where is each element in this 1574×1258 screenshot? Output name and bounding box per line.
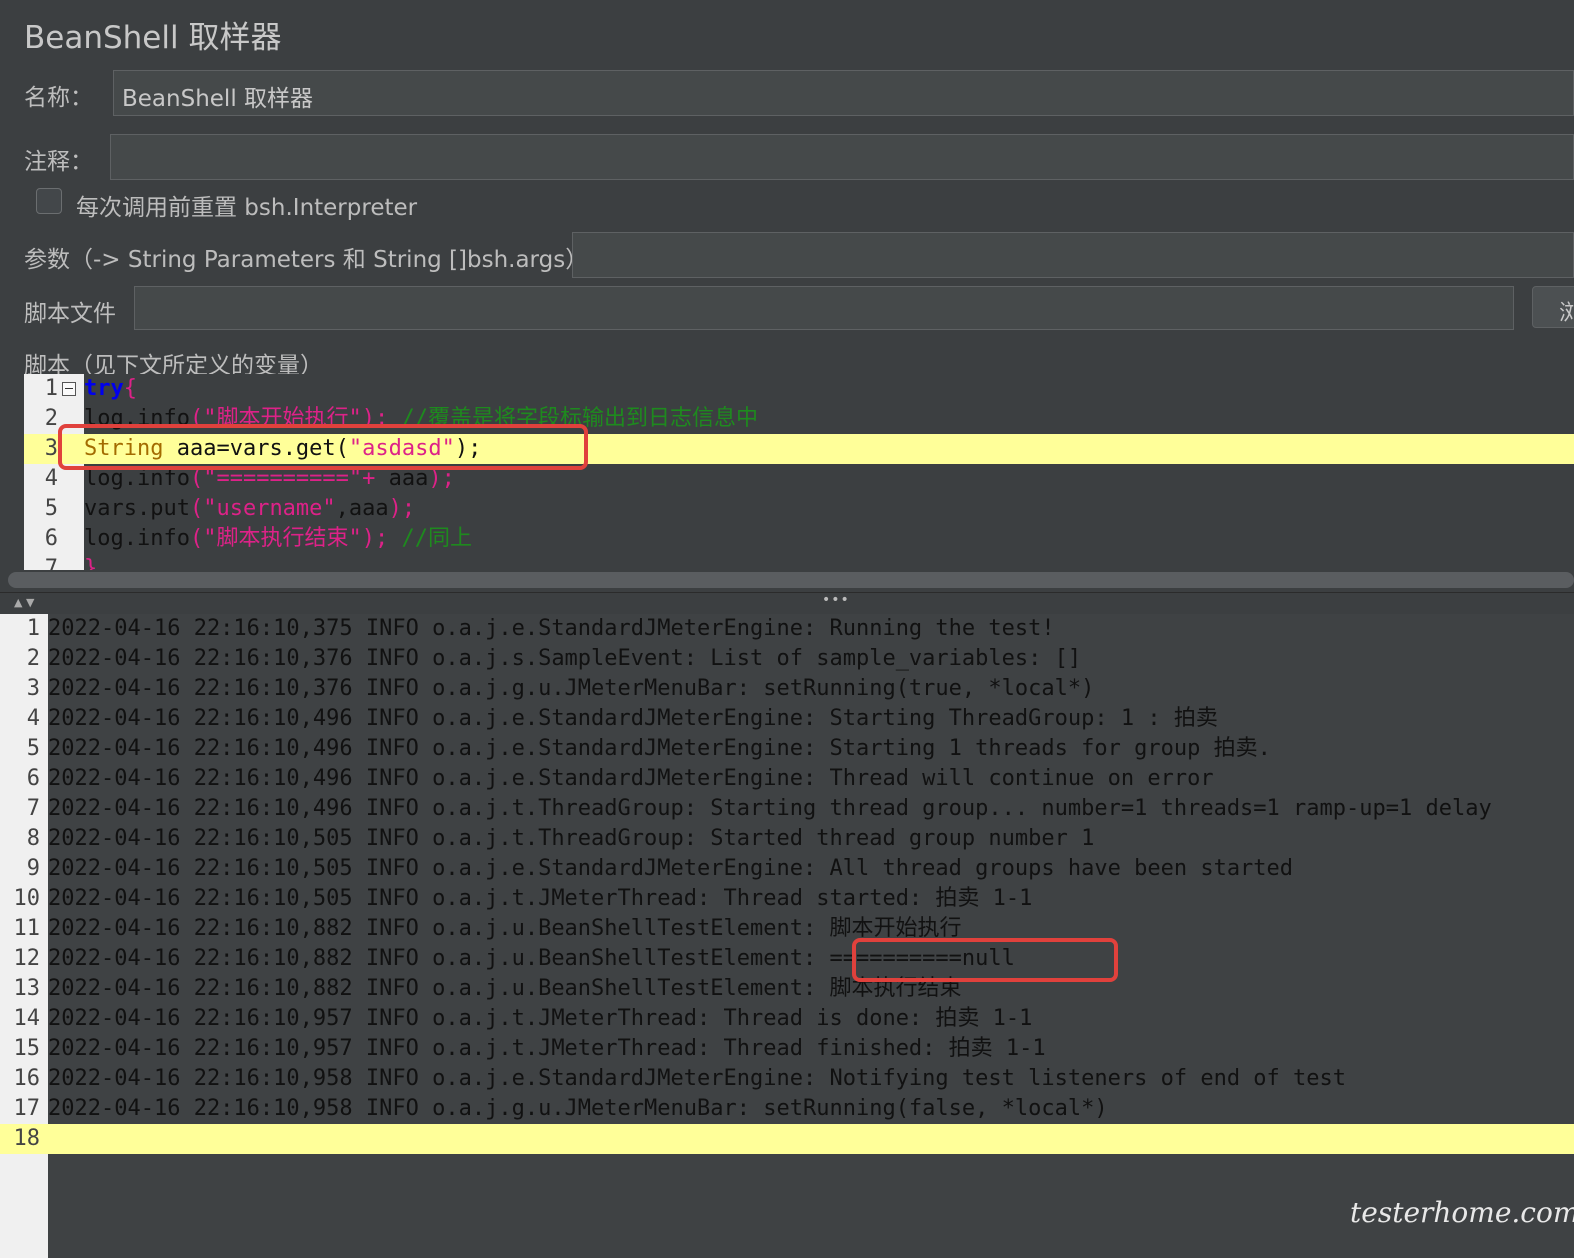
code-text: log.info [84,526,190,551]
code-punct: { [123,376,137,401]
line-number: 18 [13,1126,41,1151]
log-text: 2022-04-16 22:16:10,958 INFO o.a.j.g.u.J… [48,1096,1108,1121]
line-number: 7 [26,796,40,821]
log-text: 2022-04-16 22:16:10,505 INFO o.a.j.t.JMe… [48,886,1033,911]
log-text: 2022-04-16 22:16:10,376 INFO o.a.j.g.u.J… [48,676,1095,701]
log-line: 12 2022-04-16 22:16:10,882 INFO o.a.j.u.B… [0,944,1574,974]
code-string: ("username" [189,496,336,521]
log-line: 3 2022-04-16 22:16:10,376 INFO o.a.j.g.u.… [0,674,1574,704]
divider-arrows-icon[interactable]: ▲ ▼ [14,596,34,609]
log-text: 2022-04-16 22:16:10,882 INFO o.a.j.u.Bea… [48,916,962,941]
log-text: 2022-04-16 22:16:10,505 INFO o.a.j.t.Thr… [48,826,1095,851]
line-number: 10 [13,886,41,911]
code-text: ,aaa [335,496,389,521]
line-number: 4 [44,466,58,491]
line-number: 17 [13,1096,41,1121]
log-line: 18 [0,1124,1574,1154]
log-text: 2022-04-16 22:16:10,496 INFO o.a.j.e.Sta… [48,766,1214,791]
script-file-label: 脚本文件 [24,301,116,327]
line-number: 16 [13,1066,41,1091]
log-line: 7 2022-04-16 22:16:10,496 INFO o.a.j.t.Th… [0,794,1574,824]
log-line: 1 2022-04-16 22:16:10,375 INFO o.a.j.e.St… [0,614,1574,644]
horizontal-scrollbar[interactable] [8,572,1574,588]
browse-label: 浏 [1559,301,1574,326]
line-number: 2 [44,406,58,431]
log-line: 5 2022-04-16 22:16:10,496 INFO o.a.j.e.St… [0,734,1574,764]
log-line: 9 2022-04-16 22:16:10,505 INFO o.a.j.e.St… [0,854,1574,884]
log-line: 15 2022-04-16 22:16:10,957 INFO o.a.j.t.J… [0,1034,1574,1064]
browse-button[interactable]: 浏 [1532,286,1574,328]
line-number: 11 [13,916,41,941]
name-field[interactable]: BeanShell 取样器 [113,70,1574,116]
script-line: 7 } [24,554,1574,570]
line-number: 5 [44,496,58,521]
code-punct: } [84,556,98,570]
log-line: 6 2022-04-16 22:16:10,496 INFO o.a.j.e.St… [0,764,1574,794]
log-line: 14 2022-04-16 22:16:10,957 INFO o.a.j.t.J… [0,1004,1574,1034]
log-line: 16 2022-04-16 22:16:10,958 INFO o.a.j.e.S… [0,1064,1574,1094]
script-line: 6 log.info("脚本执行结束"); //同上 [24,524,1574,554]
name-label: 名称： [24,85,93,111]
divider-grip-icon[interactable]: ••• [822,592,850,608]
log-line: 4 2022-04-16 22:16:10,496 INFO o.a.j.e.St… [0,704,1574,734]
code-string: ("脚本执行结束"); [189,526,402,551]
split-pane-divider[interactable] [0,592,1574,613]
log-panel[interactable]: 1 2022-04-16 22:16:10,375 INFO o.a.j.e.St… [0,614,1574,1258]
log-text: 2022-04-16 22:16:10,496 INFO o.a.j.e.Sta… [48,706,1218,731]
log-text: 2022-04-16 22:16:10,496 INFO o.a.j.t.Thr… [48,796,1492,821]
params-label: 参数（-> String Parameters 和 String []bsh.a… [24,247,589,273]
log-text: 2022-04-16 22:16:10,957 INFO o.a.j.t.JMe… [48,1006,1033,1031]
comment-field[interactable] [110,134,1574,180]
line-number: 3 [26,676,40,701]
line-number: 8 [26,826,40,851]
annotation-box-script [58,424,588,470]
line-number: 5 [26,736,40,761]
line-number: 1 [44,376,58,401]
panel-title: BeanShell 取样器 [24,20,282,56]
name-value: BeanShell 取样器 [122,86,314,112]
log-line: 17 2022-04-16 22:16:10,958 INFO o.a.j.g.u… [0,1094,1574,1124]
line-number: 3 [44,436,58,461]
log-text: 2022-04-16 22:16:10,496 INFO o.a.j.e.Sta… [48,736,1271,761]
reset-interpreter-label: 每次调用前重置 bsh.Interpreter [76,195,418,221]
script-line: 1 try{ [24,374,1574,404]
comment-label: 注释： [24,149,93,175]
log-line: 10 2022-04-16 22:16:10,505 INFO o.a.j.t.J… [0,884,1574,914]
line-number: 12 [13,946,41,971]
script-editor[interactable]: 1 try{ 2 log.info("脚本开始执行"); //覆盖是将字段标输出… [24,374,1574,570]
log-line: 8 2022-04-16 22:16:10,505 INFO o.a.j.t.Th… [0,824,1574,854]
annotation-box-log [852,938,1118,982]
line-number: 13 [13,976,41,1001]
log-text: 2022-04-16 22:16:10,375 INFO o.a.j.e.Sta… [48,616,1055,641]
log-line: 11 2022-04-16 22:16:10,882 INFO o.a.j.u.B… [0,914,1574,944]
log-line: 13 2022-04-16 22:16:10,882 INFO o.a.j.u.B… [0,974,1574,1004]
log-text: 2022-04-16 22:16:10,958 INFO o.a.j.e.Sta… [48,1066,1347,1091]
line-number: 6 [26,766,40,791]
code-punct: ); [388,496,416,521]
line-number: 15 [13,1036,41,1061]
log-text: 2022-04-16 22:16:10,505 INFO o.a.j.e.Sta… [48,856,1294,881]
watermark: testerhome.com [1350,1196,1574,1229]
line-number: 1 [26,616,40,641]
line-number: 7 [44,556,58,570]
code-comment: //同上 [401,526,472,551]
reset-interpreter-checkbox[interactable] [36,188,62,214]
script-file-field[interactable] [134,286,1514,330]
params-field[interactable] [572,232,1574,278]
log-text: 2022-04-16 22:16:10,957 INFO o.a.j.t.JMe… [48,1036,1046,1061]
line-number: 6 [44,526,58,551]
log-line: 2 2022-04-16 22:16:10,376 INFO o.a.j.s.Sa… [0,644,1574,674]
log-text: 2022-04-16 22:16:10,882 INFO o.a.j.u.Bea… [48,976,962,1001]
line-number: 9 [26,856,40,881]
line-number: 14 [13,1006,41,1031]
script-line: 5 vars.put("username",aaa); [24,494,1574,524]
line-number: 4 [26,706,40,731]
code-text: vars.put [84,496,190,521]
line-number: 2 [26,646,40,671]
log-text: 2022-04-16 22:16:10,376 INFO o.a.j.s.Sam… [48,646,1082,671]
code-keyword: try [84,376,124,401]
